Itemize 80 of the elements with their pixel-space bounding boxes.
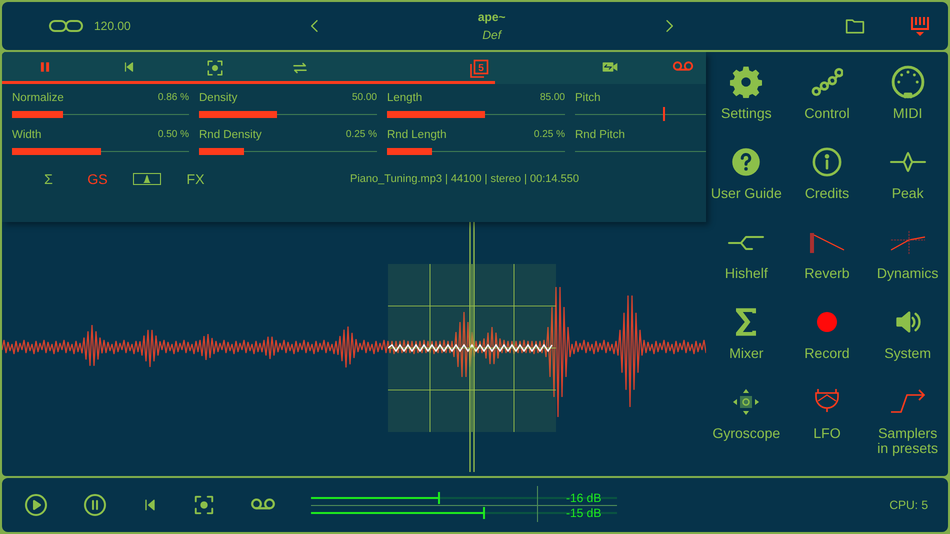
slider-value: 85.00 bbox=[540, 92, 565, 104]
menu-label: Control bbox=[804, 106, 850, 121]
menu-label: Gyroscope bbox=[712, 426, 780, 441]
slider-label: Normalize bbox=[12, 92, 64, 104]
meter-peak bbox=[483, 506, 486, 518]
focus-icon bbox=[193, 494, 215, 516]
link-icon bbox=[48, 17, 84, 35]
menu-label: MIDI bbox=[892, 106, 922, 121]
menu-item[interactable]: MIDI bbox=[867, 64, 948, 144]
menu-item[interactable]: Record bbox=[786, 304, 868, 384]
slider-label: Density bbox=[199, 92, 238, 104]
mode-button[interactable]: FX bbox=[171, 171, 220, 187]
slider-value: 0.25 % bbox=[534, 129, 565, 141]
settings-icon bbox=[730, 66, 762, 98]
menu-label: Credits bbox=[804, 186, 850, 201]
menu-label: Record bbox=[804, 346, 850, 361]
tape-icon bbox=[672, 59, 694, 73]
high-shelf-filter-icon bbox=[728, 233, 764, 251]
menu-label: Samplers in presets bbox=[876, 426, 939, 456]
slider-label: Rnd Length bbox=[387, 129, 446, 141]
slider-value: 0.25 % bbox=[346, 129, 377, 141]
slider-label: Length bbox=[387, 92, 422, 104]
mode-button[interactable]: GS bbox=[73, 171, 122, 187]
menu-item[interactable]: Credits bbox=[786, 144, 868, 224]
slider-label: Width bbox=[12, 129, 42, 141]
sampler-arrow-icon bbox=[890, 389, 926, 415]
menu-item[interactable]: System bbox=[867, 304, 948, 384]
menu-item[interactable]: Dynamics bbox=[867, 224, 948, 304]
menu-item[interactable]: Settings bbox=[706, 64, 787, 144]
peak-filter-icon bbox=[890, 151, 926, 173]
menu-label: Mixer bbox=[729, 346, 764, 361]
slider-label: Rnd Pitch bbox=[575, 129, 625, 141]
menu-item[interactable]: Mixer bbox=[706, 304, 787, 384]
file-info: Piano_Tuning.mp3 | 44100 | stereo | 00:14.550 bbox=[350, 173, 579, 185]
envelope-icon bbox=[132, 173, 160, 185]
menu-label: Reverb bbox=[804, 266, 850, 281]
slider-label: Pitch bbox=[575, 92, 601, 104]
menu-label: LFO bbox=[813, 426, 841, 441]
slider-label: Rnd Density bbox=[199, 129, 262, 141]
help-icon bbox=[731, 147, 762, 177]
menu-label: Settings bbox=[721, 106, 772, 121]
slider-value: 0.50 % bbox=[158, 129, 189, 141]
mode-button[interactable]: Σ bbox=[24, 171, 73, 187]
record-icon bbox=[816, 311, 838, 333]
menu-item[interactable]: LFO bbox=[786, 384, 868, 464]
transport-button[interactable] bbox=[193, 494, 215, 516]
menu-item[interactable]: User Guide bbox=[706, 144, 787, 224]
midi-connector-icon bbox=[890, 65, 925, 99]
connected-nodes-icon bbox=[810, 66, 843, 98]
transport-button[interactable] bbox=[83, 493, 107, 517]
menu-item[interactable]: Gyroscope bbox=[706, 384, 787, 464]
play-icon bbox=[24, 493, 48, 517]
menu-label: System bbox=[884, 346, 931, 361]
slider-value: 50.00 bbox=[352, 92, 377, 104]
gyroscope-icon bbox=[732, 388, 760, 416]
preset-title: ape~ bbox=[478, 10, 506, 24]
dynamics-curve-icon bbox=[890, 230, 926, 254]
menu-item[interactable]: Control bbox=[786, 64, 868, 144]
slider-value: 0.86 % bbox=[158, 92, 189, 104]
menu-item[interactable]: Samplers in presets bbox=[867, 384, 948, 464]
menu-item[interactable]: Hishelf bbox=[706, 224, 787, 304]
reverb-decay-icon bbox=[808, 231, 846, 253]
meter-peak bbox=[438, 492, 440, 504]
transport-button[interactable] bbox=[24, 493, 48, 517]
keyboard-button[interactable] bbox=[910, 15, 930, 37]
tempo-value: 120.00 bbox=[94, 19, 131, 33]
menu-label: Dynamics bbox=[876, 266, 938, 281]
preset-subtitle: Def bbox=[482, 28, 502, 42]
menu-item[interactable]: Reverb bbox=[786, 224, 868, 304]
meter-reading: -16 dB bbox=[566, 492, 602, 504]
cpu-usage: CPU: 5 bbox=[889, 498, 928, 512]
pause-icon bbox=[83, 493, 107, 517]
keyboard-icon bbox=[910, 15, 930, 37]
menu-label: Hishelf bbox=[724, 266, 768, 281]
menu-label: Peak bbox=[892, 186, 924, 201]
focus-icon bbox=[206, 59, 224, 77]
info-icon bbox=[812, 147, 842, 177]
menu-label: User Guide bbox=[710, 186, 782, 201]
menu-item[interactable]: Peak bbox=[867, 144, 948, 224]
meter-reading: -15 dB bbox=[566, 506, 602, 518]
